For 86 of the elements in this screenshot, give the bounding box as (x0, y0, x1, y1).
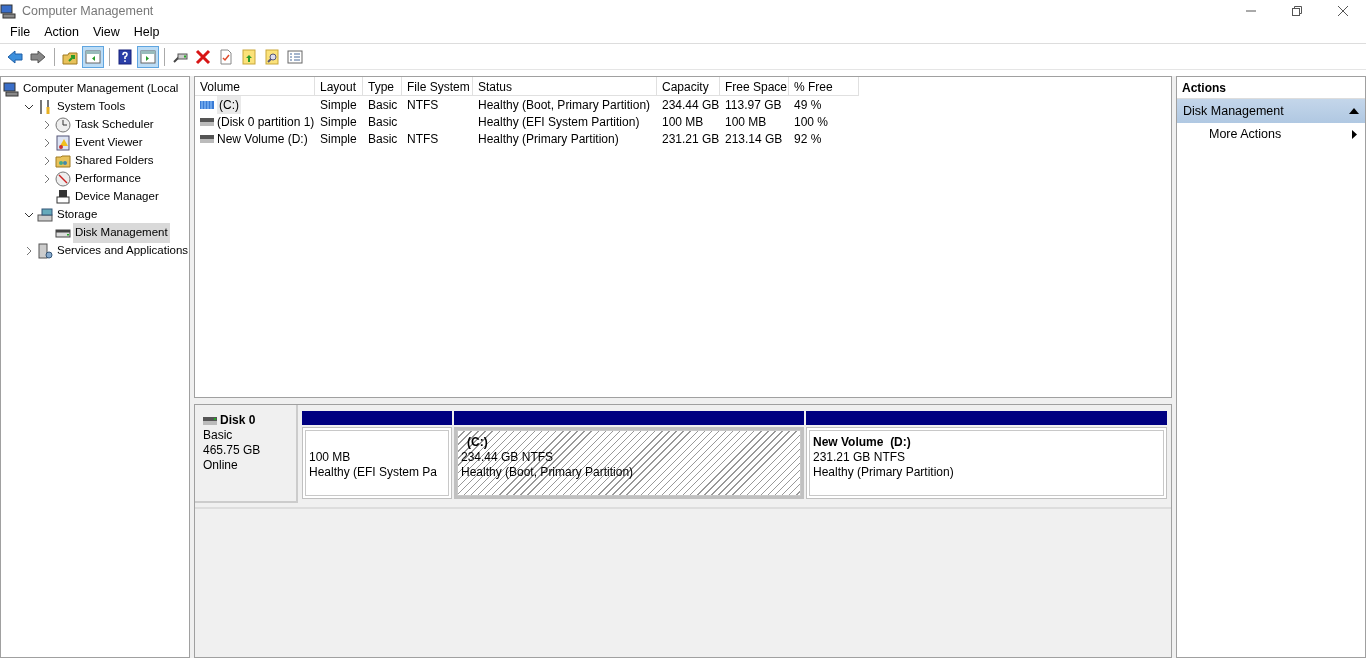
table-cell-text: Basic (368, 113, 398, 131)
computer-icon (0, 3, 16, 19)
table-cell-text: Simple (320, 96, 357, 114)
drive-name[interactable]: (Disk 0 partition 1) (217, 112, 315, 131)
partition-block[interactable]: 100 MB Healthy (EFI System Pa (302, 427, 452, 499)
partition-name: New Volume (D:) (813, 435, 912, 450)
tree-item[interactable]: Computer Management (Local (21, 79, 181, 99)
column-header[interactable]: Capacity (657, 77, 720, 96)
table-cell-text: 113.97 GB (725, 96, 782, 114)
disk-info: Basic (203, 428, 234, 443)
menu-item[interactable]: File (3, 21, 38, 44)
delete-icon (195, 48, 211, 65)
tree-item[interactable]: Event Viewer (73, 133, 145, 153)
shared-folder-icon (55, 153, 71, 169)
storage-icon (37, 207, 53, 223)
pane-toggle-icon (85, 48, 101, 65)
menu-item[interactable]: Help (126, 21, 167, 44)
table-cell-text: NTFS (407, 96, 439, 114)
table-cell-text: 234.44 GB (662, 96, 720, 114)
column-header[interactable]: Status (473, 77, 657, 96)
volume-icon (200, 100, 214, 109)
tree-item[interactable]: Device Manager (73, 187, 161, 207)
column-header[interactable]: Layout (315, 77, 363, 96)
window-title: Computer Management (22, 2, 155, 20)
tree-item[interactable]: Services and Applications (55, 241, 189, 261)
menu-item[interactable]: Action (37, 21, 86, 44)
tree-item[interactable]: System Tools (55, 97, 128, 117)
column-header[interactable]: Type (363, 77, 402, 96)
action-section-header[interactable]: Disk Management (1177, 99, 1365, 123)
disk-name: Disk 0 (220, 413, 256, 428)
table-cell-text: Simple (320, 113, 357, 131)
forward-arrow-icon (30, 48, 46, 65)
pane-toggle-icon (140, 48, 156, 65)
back-arrow-icon (7, 48, 23, 65)
properties-icon (287, 48, 303, 65)
tree-item[interactable]: Storage (55, 205, 100, 225)
search-icon (264, 48, 280, 65)
menu-item[interactable]: View (85, 21, 127, 44)
table-cell-text: 49 % (794, 96, 822, 114)
close-icon (1338, 6, 1348, 16)
document-check-icon (218, 48, 234, 65)
computer-icon (3, 81, 19, 97)
column-header[interactable]: % Free (789, 77, 859, 96)
volume-icon (200, 134, 214, 143)
device-icon (55, 189, 71, 205)
table-cell-text: Basic (368, 96, 398, 114)
disk-info: Online (203, 458, 239, 473)
help-icon (117, 48, 133, 65)
partition-block[interactable]: New Volume (D:) 231.21 GB NTFS Healthy (Primary Partition) (806, 427, 1167, 499)
table-cell-text: Healthy (Primary Partition) (478, 130, 619, 148)
gauge-icon (55, 171, 71, 187)
table-cell-text: 231.21 GB (662, 130, 720, 148)
partition-size: 234.44 GB NTFS (461, 450, 555, 465)
tree-item[interactable]: Task Scheduler (73, 115, 156, 135)
table-cell-text: 100 MB (662, 113, 704, 131)
tree-item[interactable]: Shared Folders (73, 151, 156, 171)
table-cell-text: 213.14 GB (725, 130, 783, 148)
partition-block[interactable]: (C:) 234.44 GB NTFS Healthy (Boot, Primary Partition) (454, 427, 804, 499)
disk-info: 465.75 GB (203, 443, 262, 458)
volume-icon (200, 117, 214, 126)
services-icon (37, 243, 53, 259)
column-header[interactable]: Free Space (720, 77, 789, 96)
action-item[interactable]: More Actions (1177, 123, 1365, 145)
event-log-icon (55, 135, 71, 151)
partition-name: (C:) (466, 435, 489, 450)
partition-size: 231.21 GB NTFS (813, 450, 907, 465)
restore-icon (1292, 6, 1302, 16)
tools-icon (37, 99, 53, 115)
export-icon (241, 48, 257, 65)
table-cell-text: 100 % (794, 113, 829, 131)
table-cell-text: NTFS (407, 130, 439, 148)
partition-size: 100 MB (309, 450, 352, 465)
tree-item[interactable]: Performance (73, 169, 143, 189)
table-cell-text: 92 % (794, 130, 822, 148)
clock-icon (55, 117, 71, 133)
column-header[interactable]: File System (402, 77, 473, 96)
partition-status: Healthy (EFI System Pa (309, 465, 439, 480)
table-cell-text: Basic (368, 130, 398, 148)
table-cell-text: Healthy (EFI System Partition) (478, 113, 640, 131)
table-cell-text: Healthy (Boot, Primary Partition) (478, 96, 651, 114)
tree-item[interactable]: Disk Management (73, 223, 170, 243)
partition-status: Healthy (Primary Partition) (813, 465, 955, 480)
partition-status: Healthy (Boot, Primary Partition) (461, 465, 635, 480)
table-cell-text: Simple (320, 130, 357, 148)
table-cell-text: 100 MB (725, 113, 767, 131)
drive-name[interactable]: New Volume (D:) (217, 129, 308, 148)
